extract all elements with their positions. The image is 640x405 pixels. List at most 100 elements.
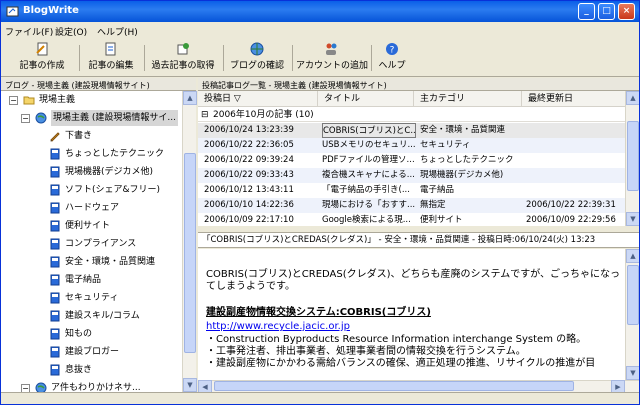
preview-horizontal-scrollbar[interactable]: ◀ ▶ [198,380,639,394]
cell-title: PDFファイルの管理ソ... [322,155,415,165]
preview-bullet: ・建設副産物にかかわる需給バランスの確保、適正処理の推進、リサイクルの推進が目 [206,358,596,369]
column-updated[interactable]: 最終更新日 [522,91,625,107]
title-bar[interactable]: BlogWrite _ □ × [1,1,639,22]
scroll-thumb[interactable] [184,153,196,353]
cell-title: 複合機スキャナによる... [322,170,415,180]
table-row[interactable]: 2006/10/22 09:33:43 複合機スキャナによる... 現場機器(デジカ… [198,168,625,183]
category-book-icon [50,220,60,232]
tree-item[interactable]: 建設スキル/コラム [1,307,182,325]
scroll-down-icon[interactable]: ▼ [183,378,197,392]
menu-file[interactable]: ファイル(F) [5,25,53,38]
preview-heading: 建設副産物情報交換システム:COBRIS(コブリス) [206,307,431,318]
tree-item[interactable]: ちょっとしたテクニック [1,145,182,163]
scroll-thumb[interactable] [627,265,639,325]
cell-category: セキュリティ [420,140,471,150]
tree-expand-icon[interactable]: − [9,96,18,105]
tree-item[interactable]: ハードウェア [1,199,182,217]
tree-item[interactable]: − 現場主義 [1,91,182,109]
group-header[interactable]: ⊟ 2006年10月の記事 (10) [198,108,625,122]
help-icon: ? [386,43,398,56]
preview-link[interactable]: http://www.recycle.jacic.or.jp [206,321,350,332]
category-book-icon [50,274,60,286]
new-post-icon [36,42,48,56]
tree-item-label: 現場主義 (建設現場情報サイ... [51,110,178,126]
tree-item[interactable]: − 現場主義 (建設現場情報サイ... [1,109,182,127]
tree-item[interactable]: 知もの [1,325,182,343]
cell-post-date: 2006/10/09 22:17:10 [204,215,294,225]
tree-item[interactable]: 安全・環境・品質関連 [1,253,182,271]
fetch-posts-button[interactable]: 過去記事の取得 [148,42,218,74]
tree-item-label: 現場機器(デジカメ他) [65,167,154,177]
tree-item[interactable]: 下書き [1,127,182,145]
toolbar-separator [79,45,80,71]
maximize-button[interactable]: □ [598,3,615,20]
tree-expand-icon[interactable]: − [21,114,30,123]
preview-bullet: ・Construction Byproducts Resource Inform… [206,334,587,345]
tree-item[interactable]: 電子納品 [1,271,182,289]
list-vertical-scrollbar[interactable]: ▲ ▼ [625,91,639,226]
tree-item[interactable]: セキュリティ [1,289,182,307]
selected-post-info: 「COBRIS(コブリス)とCREDAS(クレダス)」 - 安全・環境・品質関連… [198,232,639,248]
new-post-button[interactable]: 記事の作成 [11,42,73,74]
menu-settings[interactable]: 設定(O) [55,25,87,38]
globe-icon [250,42,264,56]
tree-item-label: 知もの [65,329,93,339]
cell-title: COBRIS(コブリス)とC... [322,123,416,138]
toolbar-separator [371,45,372,71]
scroll-thumb[interactable] [214,381,574,391]
cell-post-date: 2006/10/22 09:33:43 [204,170,294,180]
tree-item[interactable]: 現場機器(デジカメ他) [1,163,182,181]
post-list: 投稿日 ▽ タイトル 主カテゴリ 最終更新日 ⊟ 2006年10月の記事 (10… [198,91,639,226]
add-account-button[interactable]: アカウントの追加 [296,42,368,74]
scroll-up-icon[interactable]: ▲ [183,91,197,105]
check-blog-button[interactable]: ブログの確認 [227,42,287,74]
close-button[interactable]: × [618,3,635,20]
cell-title: USBメモリのセキュリ... [322,140,416,150]
table-row[interactable]: 2006/10/12 13:43:11 「電子納品の手引き(... 電子納品 [198,183,625,198]
cell-post-date: 2006/10/24 13:23:39 [204,125,294,135]
column-post-date[interactable]: 投稿日 ▽ [198,91,318,107]
scroll-up-icon[interactable]: ▲ [626,249,639,263]
post-list-column-header: 投稿日 ▽ タイトル 主カテゴリ 最終更新日 [198,91,625,107]
table-row[interactable]: 2006/10/24 13:23:39 COBRIS(コブリス)とC... 安全・環… [198,123,625,138]
edit-post-icon [105,42,116,56]
scroll-up-icon[interactable]: ▲ [626,91,639,105]
svg-text:?: ? [390,46,395,56]
help-button[interactable]: ? ヘルプ [375,42,409,74]
tree-vertical-scrollbar[interactable]: ▲ ▼ [182,91,197,392]
category-book-icon [50,202,60,214]
cell-updated: 2006/10/09 22:29:56 [526,215,616,225]
table-row[interactable]: 2006/10/09 22:17:10 Google検索による現... 便利サイト 2… [198,213,625,228]
cell-post-date: 2006/10/22 22:36:05 [204,140,294,150]
column-title[interactable]: タイトル [318,91,414,107]
minimize-button[interactable]: _ [578,3,595,20]
tree-item[interactable]: 建設ブロガー [1,343,182,361]
scroll-down-icon[interactable]: ▼ [626,366,639,380]
tree-item-label: ソフト(シェア&フリー) [65,185,161,195]
tree-item[interactable]: 便利サイト [1,217,182,235]
app-window: BlogWrite _ □ × ファイル(F) 設定(O) ヘルプ(H) 記事の… [0,0,640,405]
scroll-down-icon[interactable]: ▼ [626,212,639,226]
tree-item-label: ハードウェア [65,203,120,213]
menu-help[interactable]: ヘルプ(H) [97,25,138,38]
cell-category: 便利サイト [420,215,463,225]
tree-item[interactable]: 息抜き [1,361,182,379]
edit-post-button[interactable]: 記事の編集 [83,42,139,74]
column-category[interactable]: 主カテゴリ [414,91,522,107]
cell-category: 現場機器(デジカメ他) [420,170,504,180]
category-book-icon [50,364,60,376]
table-row[interactable]: 2006/10/22 22:36:05 USBメモリのセキュリ... セキュリティ [198,138,625,153]
category-book-icon [50,184,60,196]
group-collapse-icon[interactable]: ⊟ [201,108,209,122]
window-title: BlogWrite [23,5,79,16]
cell-category: 安全・環境・品質関連 [420,125,506,135]
tree-item[interactable]: コンプライアンス [1,235,182,253]
category-book-icon [50,328,60,340]
tree-item-label: コンプライアンス [65,239,137,249]
tree-item-label: 安全・環境・品質関連 [65,257,156,267]
scroll-thumb[interactable] [627,121,639,191]
tree-item[interactable]: ソフト(シェア&フリー) [1,181,182,199]
table-row[interactable]: 2006/10/10 14:22:36 現場における「おすす... 無指定 2006/… [198,198,625,213]
preview-vertical-scrollbar[interactable]: ▲ ▼ [625,249,639,380]
table-row[interactable]: 2006/10/22 09:39:24 PDFファイルの管理ソ... ちょっとしたテ… [198,153,625,168]
